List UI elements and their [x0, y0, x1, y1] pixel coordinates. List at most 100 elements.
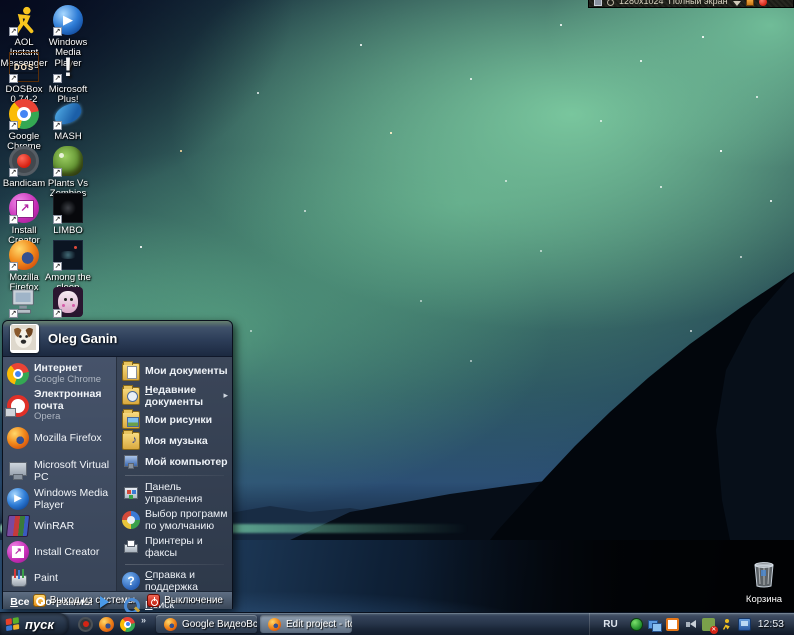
windows-logo-icon [5, 616, 21, 631]
separator [125, 475, 224, 477]
resolution-label: 1280x1024 [619, 0, 664, 6]
shortcut-arrow-icon [53, 309, 62, 318]
menu-item-recent-documents[interactable]: Недавние документы ▸ [117, 382, 232, 409]
shortcut-arrow-icon [9, 27, 18, 36]
task-button-google-meet[interactable]: Google ВидеоВстреч... [156, 615, 258, 633]
vm-toolbar[interactable]: 1280x1024 Полный экран [588, 0, 794, 8]
recent-documents-icon [122, 384, 140, 405]
menu-item-wmp[interactable]: Windows Media Player [3, 485, 116, 513]
winrar-icon [5, 514, 31, 537]
desktop-screen: 1280x1024 Полный экран AOL Instant Messe… [0, 0, 794, 635]
install-creator-icon [7, 540, 29, 563]
network-icon[interactable] [647, 618, 662, 632]
quick-launch-overflow-chevron[interactable]: » [141, 615, 146, 625]
menu-item-control-panel[interactable]: Панель управления [117, 479, 232, 506]
menu-item-my-pictures[interactable]: Мои рисунки [117, 408, 232, 430]
record-close-icon[interactable] [758, 0, 767, 6]
menu-item-my-music[interactable]: Моя музыка [117, 429, 232, 451]
user-name: Oleg Ganin [48, 331, 118, 346]
all-programs-arrow-icon [99, 595, 109, 608]
default-programs-icon [122, 510, 140, 529]
menu-item-help[interactable]: Справка и поддержка [117, 568, 232, 595]
desktop-icon-bandicam[interactable]: Bandicam [0, 145, 48, 189]
start-button[interactable]: пуск [0, 613, 68, 635]
log-off-button[interactable]: Выход из системы [32, 594, 135, 607]
submenu-arrow-icon: ▸ [223, 390, 228, 401]
computer-icon [122, 453, 140, 471]
minimize-capture-icon[interactable] [745, 0, 754, 6]
power-icon [147, 594, 161, 607]
firefox-icon [268, 617, 282, 631]
shortcut-arrow-icon [9, 262, 18, 271]
menu-item-winrar[interactable]: WinRAR [3, 513, 116, 539]
shortcut-arrow-icon [53, 168, 62, 177]
language-indicator[interactable]: RU [596, 619, 624, 630]
error-badge-icon[interactable] [701, 617, 718, 634]
task-button-itch-io[interactable]: Edit project - itch.io - ... [260, 615, 353, 633]
shortcut-arrow-icon [9, 309, 18, 318]
shortcut-arrow-icon [53, 215, 62, 224]
task-buttons: Google ВидеоВстреч... Edit project - itc… [152, 613, 353, 635]
magnifier-icon[interactable] [607, 0, 614, 6]
start-menu-header: Oleg Ganin [3, 321, 232, 357]
shortcut-arrow-icon [9, 121, 18, 130]
window-mode-icon[interactable] [594, 0, 602, 6]
shortcut-arrow-icon [53, 121, 62, 130]
dropdown-caret-icon[interactable] [732, 1, 741, 6]
music-folder-icon [122, 429, 140, 450]
help-icon [122, 572, 140, 591]
start-menu: Oleg Ganin Интернет Google Chrome Электро… [2, 320, 233, 633]
start-menu-footer: Выход из системы Выключение [3, 591, 232, 609]
media-device-icon[interactable] [665, 617, 679, 631]
virtual-pc-icon [7, 460, 29, 482]
menu-item-my-computer[interactable]: Мой компьютер [117, 451, 232, 472]
recycle-bin[interactable]: Корзина [740, 560, 788, 605]
printer-icon [122, 538, 140, 556]
firefox-icon [7, 426, 29, 449]
taskbar: пуск » Google ВидеоВстреч... Edit projec… [0, 612, 794, 635]
menu-item-virtual-pc[interactable]: Microsoft Virtual PC [3, 457, 116, 485]
menu-item-printers[interactable]: Принтеры и факсы [117, 533, 232, 560]
fullscreen-label[interactable]: Полный экран [669, 0, 728, 6]
firefox-icon[interactable] [99, 616, 114, 632]
volume-icon[interactable] [684, 618, 697, 631]
aol-tray-icon[interactable] [720, 618, 733, 631]
shortcut-arrow-icon [53, 262, 62, 271]
menu-item-paint[interactable]: Paint [3, 565, 116, 591]
stars [0, 0, 2, 2]
shortcut-arrow-icon [53, 27, 62, 36]
menu-item-install-creator[interactable]: Install Creator [3, 539, 116, 565]
paint-icon [7, 567, 29, 589]
pictures-folder-icon [122, 408, 140, 429]
shortcut-arrow-icon [53, 74, 62, 83]
menu-item-default-programs[interactable]: Выбор программ по умолчанию [117, 506, 232, 533]
quick-launch: » [68, 613, 152, 635]
system-tray: RU 12:53 [589, 613, 794, 635]
firefox-icon [164, 617, 178, 631]
start-menu-places-column: Мои документы Недавние документы ▸ Мои р… [117, 357, 232, 633]
shortcut-arrow-icon [9, 215, 18, 224]
menu-item-firefox[interactable]: Mozilla Firefox [3, 425, 116, 451]
media-player-icon [7, 487, 29, 510]
opera-icon [5, 394, 29, 417]
log-off-key-icon [32, 594, 46, 607]
user-avatar[interactable] [10, 324, 39, 353]
status-green-icon[interactable] [629, 617, 643, 631]
desktop-icon-limbo[interactable]: LIMBO [44, 192, 92, 236]
shortcut-arrow-icon [9, 168, 18, 177]
recycle-bin-icon [754, 562, 774, 588]
separator [125, 563, 224, 565]
bandicam-icon[interactable] [78, 616, 93, 632]
chrome-icon[interactable] [120, 616, 135, 632]
chrome-icon [7, 363, 29, 385]
documents-folder-icon [122, 360, 140, 381]
shutdown-button[interactable]: Выключение [147, 594, 223, 607]
clock[interactable]: 12:53 [756, 618, 788, 630]
menu-item-my-documents[interactable]: Мои документы [117, 360, 232, 382]
menu-item-internet[interactable]: Интернет Google Chrome [3, 361, 116, 387]
menu-item-email[interactable]: Электронная почта Opera [3, 387, 116, 425]
desktop-icon-mash[interactable]: MASH [44, 98, 92, 142]
start-menu-pinned-column: Интернет Google Chrome Электронная почта O… [3, 357, 117, 608]
display-icon[interactable] [737, 617, 751, 631]
shortcut-arrow-icon [9, 74, 18, 83]
